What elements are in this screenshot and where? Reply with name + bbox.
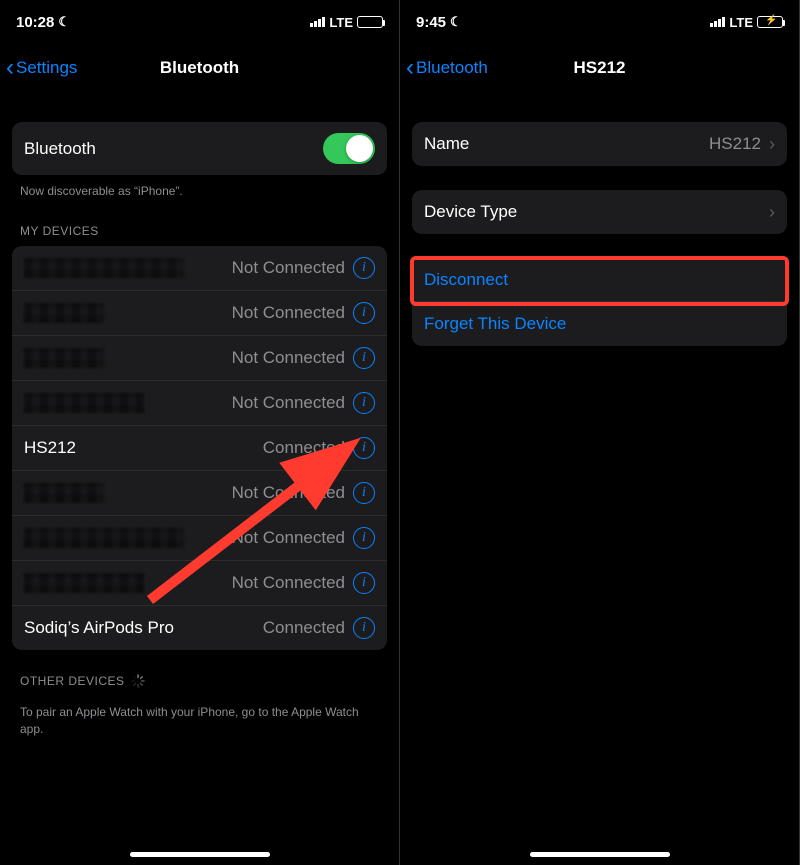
device-row[interactable]: Not Connected i bbox=[12, 291, 387, 336]
page-title: Bluetooth bbox=[160, 58, 239, 78]
device-row[interactable]: Not Connected i bbox=[12, 471, 387, 516]
back-label: Settings bbox=[16, 58, 77, 78]
info-icon[interactable]: i bbox=[353, 572, 375, 594]
back-label: Bluetooth bbox=[416, 58, 488, 78]
pairing-hint: To pair an Apple Watch with your iPhone,… bbox=[12, 696, 387, 738]
device-status: Not Connected bbox=[232, 483, 345, 503]
chevron-left-icon: ‹ bbox=[406, 54, 414, 82]
chevron-right-icon: › bbox=[769, 202, 775, 223]
device-status: Not Connected bbox=[232, 348, 345, 368]
do-not-disturb-icon: ☾ bbox=[58, 14, 70, 30]
battery-icon bbox=[357, 16, 383, 28]
info-icon[interactable]: i bbox=[353, 302, 375, 324]
bluetooth-toggle-row[interactable]: Bluetooth bbox=[12, 122, 387, 175]
disconnect-button[interactable]: Disconnect bbox=[412, 258, 787, 302]
device-status: Connected bbox=[263, 438, 345, 458]
back-button[interactable]: ‹ Settings bbox=[6, 54, 77, 82]
device-type-label: Device Type bbox=[424, 202, 517, 222]
my-devices-header: MY DEVICES bbox=[12, 224, 387, 246]
device-row[interactable]: Not Connected i bbox=[12, 246, 387, 291]
signal-icon bbox=[310, 17, 325, 27]
network-label: LTE bbox=[329, 15, 353, 30]
phone-right: 9:45 ☾ LTE ⚡ ‹ Bluetooth HS212 Name bbox=[400, 0, 800, 865]
info-icon[interactable]: i bbox=[353, 617, 375, 639]
discoverable-text: Now discoverable as “iPhone”. bbox=[12, 175, 387, 200]
other-devices-header: OTHER DEVICES bbox=[12, 674, 387, 696]
device-name: Sodiq’s AirPods Pro bbox=[24, 618, 174, 638]
nav-header: ‹ Bluetooth HS212 bbox=[400, 44, 799, 92]
status-time: 9:45 bbox=[416, 14, 446, 31]
device-row[interactable]: Not Connected i bbox=[12, 381, 387, 426]
info-icon[interactable]: i bbox=[353, 482, 375, 504]
bluetooth-toggle[interactable] bbox=[323, 133, 375, 164]
status-bar: 10:28 ☾ LTE bbox=[0, 0, 399, 44]
status-bar: 9:45 ☾ LTE ⚡ bbox=[400, 0, 799, 44]
info-icon[interactable]: i bbox=[353, 347, 375, 369]
spinner-icon bbox=[131, 674, 145, 688]
device-row[interactable]: Not Connected i bbox=[12, 336, 387, 381]
info-icon[interactable]: i bbox=[353, 527, 375, 549]
name-label: Name bbox=[424, 134, 469, 154]
device-status: Not Connected bbox=[232, 303, 345, 323]
device-name: HS212 bbox=[24, 438, 76, 458]
chevron-right-icon: › bbox=[769, 134, 775, 155]
device-row-airpods[interactable]: Sodiq’s AirPods Pro Connected i bbox=[12, 606, 387, 650]
forget-device-button[interactable]: Forget This Device bbox=[412, 302, 787, 346]
device-row[interactable]: Not Connected i bbox=[12, 561, 387, 606]
device-name-redacted bbox=[24, 483, 104, 503]
device-name-redacted bbox=[24, 573, 144, 593]
back-button[interactable]: ‹ Bluetooth bbox=[406, 54, 488, 82]
device-name-redacted bbox=[24, 348, 104, 368]
signal-icon bbox=[710, 17, 725, 27]
device-status: Not Connected bbox=[232, 258, 345, 278]
device-name-redacted bbox=[24, 258, 184, 278]
device-status: Connected bbox=[263, 618, 345, 638]
name-value: HS212 bbox=[709, 134, 761, 154]
home-indicator[interactable] bbox=[530, 852, 670, 857]
network-label: LTE bbox=[729, 15, 753, 30]
device-name-redacted bbox=[24, 393, 144, 413]
device-row-hs212[interactable]: HS212 Connected i bbox=[12, 426, 387, 471]
device-type-row[interactable]: Device Type › bbox=[412, 190, 787, 234]
info-icon[interactable]: i bbox=[353, 437, 375, 459]
device-status: Not Connected bbox=[232, 393, 345, 413]
info-icon[interactable]: i bbox=[353, 257, 375, 279]
chevron-left-icon: ‹ bbox=[6, 54, 14, 82]
nav-header: ‹ Settings Bluetooth bbox=[0, 44, 399, 92]
home-indicator[interactable] bbox=[130, 852, 270, 857]
my-devices-list: Not Connected i Not Connected i Not Conn… bbox=[12, 246, 387, 650]
status-time: 10:28 bbox=[16, 14, 54, 31]
device-name-redacted bbox=[24, 303, 104, 323]
page-title: HS212 bbox=[574, 58, 626, 78]
battery-charging-icon: ⚡ bbox=[757, 16, 783, 28]
device-row[interactable]: Not Connected i bbox=[12, 516, 387, 561]
bluetooth-label: Bluetooth bbox=[24, 139, 96, 159]
device-name-redacted bbox=[24, 528, 184, 548]
name-row[interactable]: Name HS212 › bbox=[412, 122, 787, 166]
device-status: Not Connected bbox=[232, 528, 345, 548]
phone-left: 10:28 ☾ LTE ‹ Settings Bluetooth Bluetoo… bbox=[0, 0, 400, 865]
do-not-disturb-icon: ☾ bbox=[450, 14, 462, 30]
info-icon[interactable]: i bbox=[353, 392, 375, 414]
device-status: Not Connected bbox=[232, 573, 345, 593]
